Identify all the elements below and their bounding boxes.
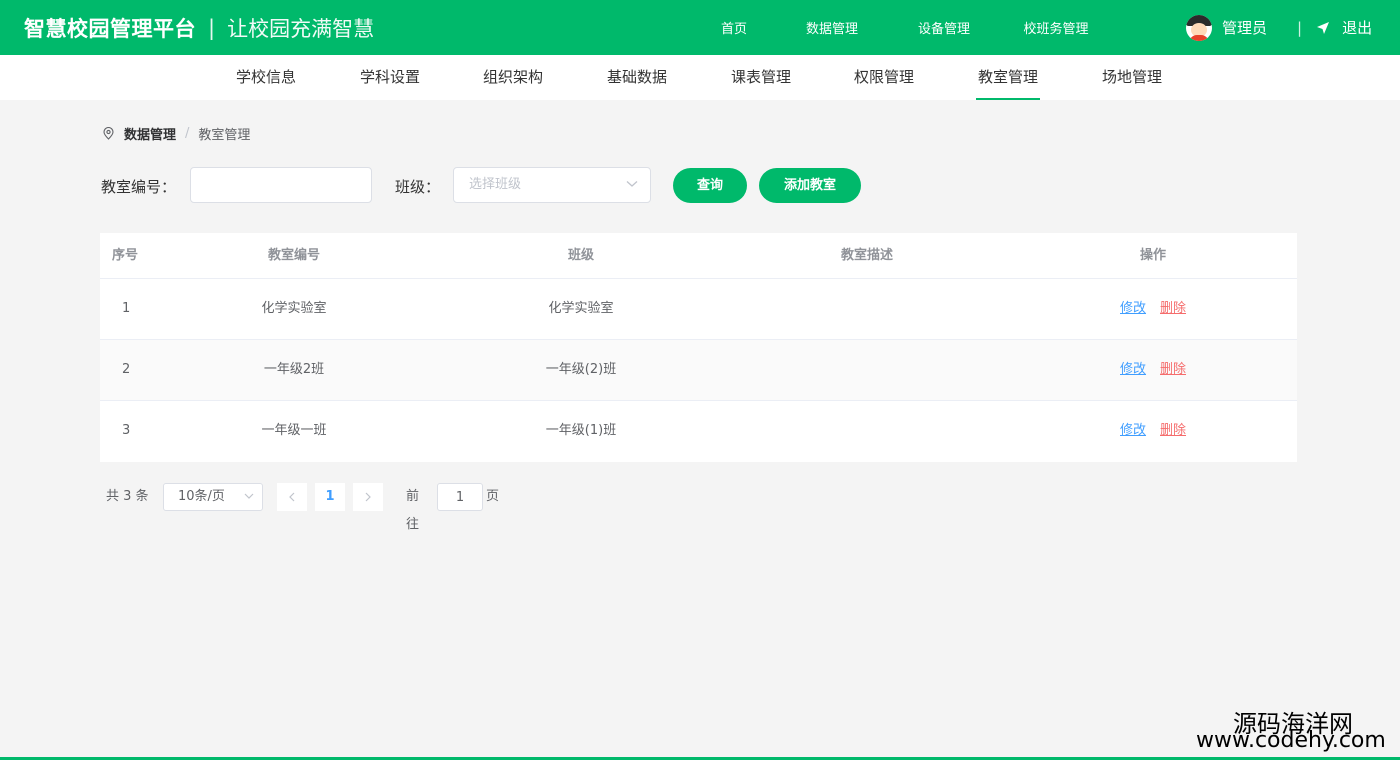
- table-row: 3 一年级一班 一年级(1)班 修改 删除: [100, 401, 1297, 461]
- user-name[interactable]: 管理员: [1222, 17, 1267, 38]
- subnav-basic-data[interactable]: 基础数据: [605, 57, 669, 98]
- edit-button[interactable]: 修改: [1120, 279, 1146, 339]
- sub-nav: 学校信息 学科设置 组织架构 基础数据 课表管理 权限管理 教室管理 场地管理: [0, 55, 1400, 100]
- delete-button[interactable]: 删除: [1160, 340, 1186, 400]
- pagination-total: 共 3 条: [106, 489, 149, 504]
- row-class: 一年级(2)班: [545, 362, 617, 377]
- page-size-select[interactable]: 10条/页: [163, 483, 263, 511]
- subnav-school-info[interactable]: 学校信息: [234, 57, 298, 98]
- delete-button[interactable]: 删除: [1160, 401, 1186, 461]
- brand: 智慧校园管理平台 | 让校园充满智慧: [24, 0, 374, 55]
- top-header: 智慧校园管理平台 | 让校园充满智慧 首页 数据管理 设备管理 校班务管理 管理…: [0, 0, 1400, 55]
- location-pin-icon: [103, 127, 114, 140]
- subnav-permissions[interactable]: 权限管理: [852, 57, 916, 98]
- watermark-url: www.codehy.com: [1196, 728, 1386, 753]
- room-number-input[interactable]: [190, 167, 372, 203]
- page-number-current[interactable]: 1: [315, 483, 345, 511]
- chevron-right-icon: [365, 492, 371, 502]
- add-classroom-button[interactable]: 添加教室: [759, 168, 861, 203]
- page-size-value: 10条/页: [178, 489, 225, 504]
- table-header: 序号 教室编号 班级 教室描述 操作: [100, 233, 1297, 279]
- query-button[interactable]: 查询: [673, 168, 747, 203]
- table-row: 1 化学实验室 化学实验室 修改 删除: [100, 279, 1297, 340]
- subnav-classrooms[interactable]: 教室管理: [976, 57, 1040, 100]
- top-nav-school-affairs[interactable]: 校班务管理: [1000, 18, 1112, 37]
- row-room-number: 化学实验室: [261, 301, 327, 316]
- row-index: 3: [122, 423, 131, 438]
- subnav-venues[interactable]: 场地管理: [1100, 57, 1164, 98]
- subnav-timetable[interactable]: 课表管理: [729, 57, 793, 98]
- chevron-down-icon: [626, 181, 638, 187]
- top-nav-home[interactable]: 首页: [692, 18, 776, 37]
- row-class: 一年级(1)班: [545, 423, 617, 438]
- row-index: 1: [122, 301, 131, 316]
- classroom-table: 序号 教室编号 班级 教室描述 操作 1 化学实验室 化学实验室 修改 删除 2…: [100, 233, 1297, 462]
- chevron-left-icon: [289, 492, 295, 502]
- class-select[interactable]: 选择班级: [453, 167, 651, 203]
- subnav-subject-settings[interactable]: 学科设置: [358, 57, 422, 98]
- app-title: 智慧校园管理平台: [24, 16, 196, 41]
- top-nav-data[interactable]: 数据管理: [776, 18, 888, 37]
- table-row: 2 一年级2班 一年级(2)班 修改 删除: [100, 340, 1297, 401]
- class-select-placeholder: 选择班级: [469, 177, 522, 192]
- column-index: 序号: [112, 248, 139, 263]
- user-box: 管理员 | 退出: [1186, 0, 1372, 55]
- goto-page-input[interactable]: [437, 483, 483, 511]
- column-actions: 操作: [1139, 248, 1167, 263]
- user-divider: |: [1297, 18, 1303, 37]
- row-class: 化学实验室: [548, 301, 614, 316]
- next-page-button[interactable]: [353, 483, 383, 511]
- delete-button[interactable]: 删除: [1160, 279, 1186, 339]
- room-number-label: 教室编号：: [101, 178, 177, 196]
- avatar-body-icon: [1189, 34, 1209, 41]
- breadcrumb-data-management[interactable]: 数据管理: [124, 124, 176, 143]
- goto-suffix: 页: [486, 489, 500, 504]
- row-room-number: 一年级一班: [261, 423, 327, 438]
- logout-button[interactable]: 退出: [1316, 17, 1372, 38]
- prev-page-button[interactable]: [277, 483, 307, 511]
- class-label: 班级：: [395, 178, 441, 196]
- logout-label: 退出: [1342, 19, 1373, 37]
- avatar[interactable]: [1186, 14, 1212, 41]
- top-nav-devices[interactable]: 设备管理: [888, 18, 1000, 37]
- breadcrumb-current: 教室管理: [198, 128, 251, 143]
- edit-button[interactable]: 修改: [1120, 401, 1146, 461]
- chevron-down-icon: [244, 493, 254, 499]
- top-nav: 首页 数据管理 设备管理 校班务管理: [692, 0, 1112, 55]
- breadcrumb-separator: /: [185, 126, 190, 141]
- app-slogan: 让校园充满智慧: [227, 16, 375, 41]
- column-room-number: 教室编号: [267, 248, 321, 263]
- column-class: 班级: [567, 248, 595, 263]
- breadcrumb: 数据管理 / 教室管理: [103, 124, 250, 143]
- goto-label: 前往: [406, 489, 420, 532]
- title-separator: |: [208, 15, 216, 40]
- row-index: 2: [122, 362, 131, 377]
- column-description: 教室描述: [840, 248, 894, 263]
- subnav-organization[interactable]: 组织架构: [481, 57, 545, 98]
- edit-button[interactable]: 修改: [1120, 340, 1146, 400]
- send-icon: [1317, 21, 1330, 34]
- row-room-number: 一年级2班: [263, 362, 325, 377]
